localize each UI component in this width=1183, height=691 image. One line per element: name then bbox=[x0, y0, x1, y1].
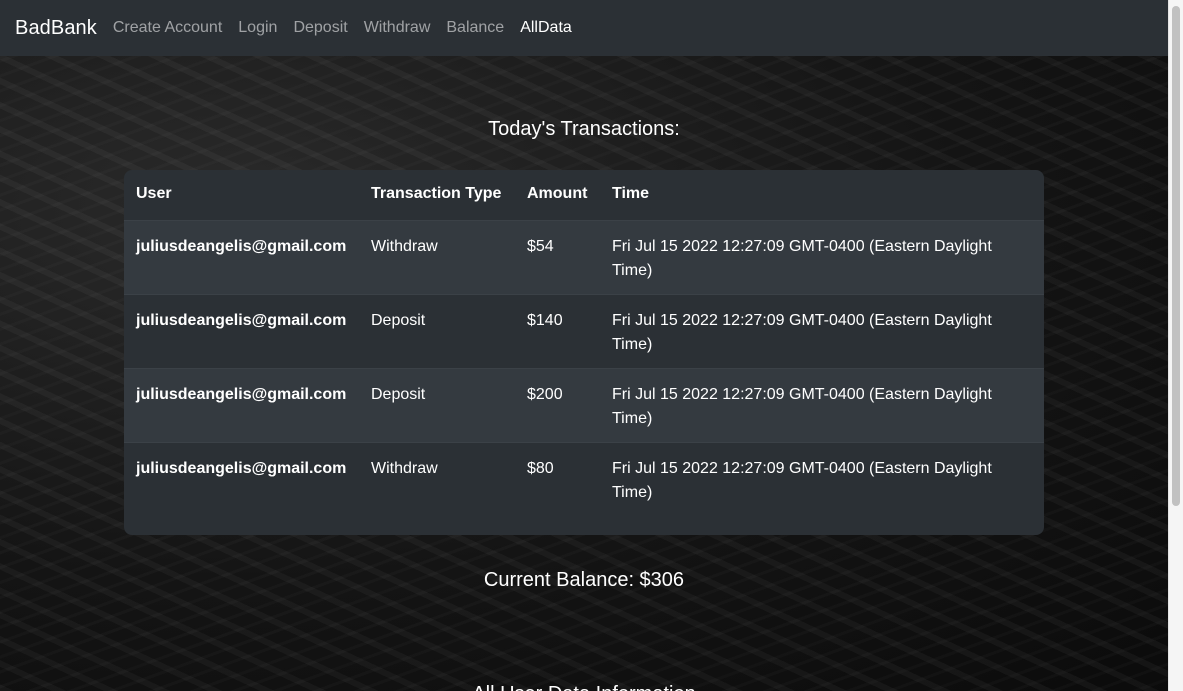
transactions-heading: Today's Transactions: bbox=[488, 118, 680, 140]
transactions-table-card: User Transaction Type Amount Time julius… bbox=[124, 170, 1044, 535]
cell-time: Fri Jul 15 2022 12:27:09 GMT-0400 (Easte… bbox=[612, 460, 992, 501]
current-balance: Current Balance: $306 bbox=[483, 569, 685, 591]
table-header-row: User Transaction Type Amount Time bbox=[124, 170, 1044, 221]
cell-user: juliusdeangelis@gmail.com bbox=[136, 238, 347, 255]
cell-time: Fri Jul 15 2022 12:27:09 GMT-0400 (Easte… bbox=[612, 386, 992, 427]
top-navbar: BadBank Create Account Login Deposit Wit… bbox=[0, 0, 1168, 56]
nav-balance[interactable]: Balance bbox=[446, 19, 504, 37]
cell-time: Fri Jul 15 2022 12:27:09 GMT-0400 (Easte… bbox=[612, 238, 992, 279]
transactions-table: User Transaction Type Amount Time julius… bbox=[124, 170, 1044, 516]
column-header-time: Time bbox=[612, 185, 650, 202]
cell-type: Deposit bbox=[371, 386, 426, 403]
column-header-amount: Amount bbox=[527, 185, 588, 202]
cell-time: Fri Jul 15 2022 12:27:09 GMT-0400 (Easte… bbox=[612, 312, 992, 353]
scrollbar-thumb[interactable] bbox=[1172, 6, 1180, 506]
all-user-data-heading: All User Data Information bbox=[0, 683, 1168, 691]
vertical-scrollbar[interactable] bbox=[1168, 0, 1183, 691]
column-header-user: User bbox=[136, 185, 172, 202]
cell-type: Withdraw bbox=[371, 460, 438, 477]
table-row: juliusdeangelis@gmail.com Withdraw $80 F… bbox=[124, 442, 1044, 516]
column-header-transaction-type: Transaction Type bbox=[371, 185, 502, 202]
table-row: juliusdeangelis@gmail.com Withdraw $54 F… bbox=[124, 220, 1044, 295]
nav-create-account[interactable]: Create Account bbox=[113, 19, 222, 37]
nav-login[interactable]: Login bbox=[238, 19, 277, 37]
table-row: juliusdeangelis@gmail.com Deposit $200 F… bbox=[124, 368, 1044, 443]
brand-logo[interactable]: BadBank bbox=[15, 17, 97, 40]
cell-user: juliusdeangelis@gmail.com bbox=[136, 386, 347, 403]
nav-alldata[interactable]: AllData bbox=[520, 19, 572, 37]
nav-withdraw[interactable]: Withdraw bbox=[364, 19, 431, 37]
cell-amount: $140 bbox=[527, 312, 563, 329]
cell-type: Withdraw bbox=[371, 238, 438, 255]
cell-user: juliusdeangelis@gmail.com bbox=[136, 312, 347, 329]
cell-user: juliusdeangelis@gmail.com bbox=[136, 460, 347, 477]
cell-amount: $80 bbox=[527, 460, 554, 477]
cell-amount: $54 bbox=[527, 238, 554, 255]
table-row: juliusdeangelis@gmail.com Deposit $140 F… bbox=[124, 294, 1044, 369]
cell-amount: $200 bbox=[527, 386, 563, 403]
cell-type: Deposit bbox=[371, 312, 426, 329]
nav-deposit[interactable]: Deposit bbox=[293, 19, 347, 37]
